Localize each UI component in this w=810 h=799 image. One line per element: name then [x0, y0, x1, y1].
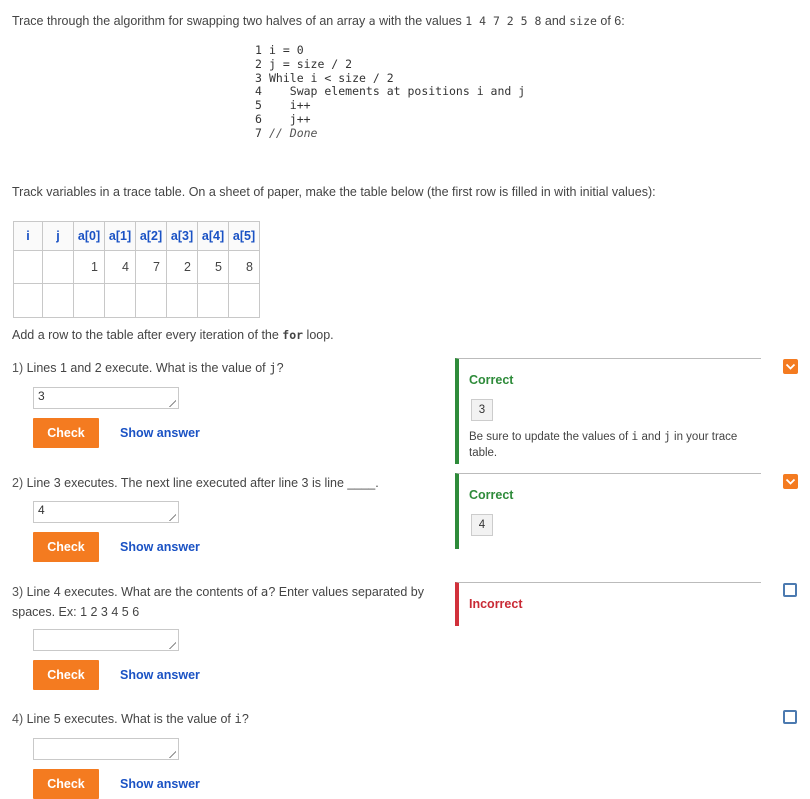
code-line: 1i = 0: [255, 43, 304, 57]
feedback-status: Correct: [469, 488, 514, 502]
check-button-3[interactable]: Check: [33, 660, 99, 690]
check-button-4[interactable]: Check: [33, 769, 99, 799]
code-line: 7// Done: [255, 125, 318, 140]
header-a2: a[2]: [135, 221, 167, 251]
header-a4: a[4]: [197, 221, 229, 251]
header-j: j: [42, 221, 74, 251]
code-line: 6 j++: [255, 111, 311, 126]
header-a0: a[0]: [73, 221, 105, 251]
feedback-value: 3: [471, 399, 493, 421]
question-3: 3) Line 4 executes. What are the content…: [12, 584, 424, 619]
feedback-status: Correct: [469, 373, 514, 387]
resize-handle-icon[interactable]: [164, 509, 176, 521]
cell-a0: 1: [73, 250, 105, 284]
code-line: 4 Swap elements at positions i and j: [255, 84, 526, 99]
feedback-panel-3: Incorrect: [455, 582, 761, 626]
cell-a1: 4: [104, 250, 136, 284]
add-row-instructions: Add a row to the table after every itera…: [12, 328, 334, 342]
table-row: 1 4 7 2 5 8: [13, 250, 260, 284]
cell-j: [42, 250, 74, 284]
question-4: 4) Line 5 executes. What is the value of…: [12, 711, 249, 726]
question-2: 2) Line 3 executes. The next line execut…: [12, 476, 379, 490]
cell-i: [13, 250, 43, 284]
algorithm-code: 1i = 0 2j = size / 2 3 While i < size / 2…: [255, 43, 526, 141]
show-answer-link-2[interactable]: Show answer: [120, 540, 200, 554]
header-a5: a[5]: [228, 221, 260, 251]
show-answer-link-4[interactable]: Show answer: [120, 777, 200, 791]
resize-handle-icon[interactable]: [164, 637, 176, 649]
resize-handle-icon[interactable]: [164, 395, 176, 407]
cell-a2: 7: [135, 250, 167, 284]
answer-input-4[interactable]: [33, 738, 179, 760]
feedback-status: Incorrect: [469, 597, 523, 611]
completed-chevron-icon[interactable]: [783, 474, 798, 489]
check-button-2[interactable]: Check: [33, 532, 99, 562]
header-i: i: [13, 221, 43, 251]
resize-handle-icon[interactable]: [164, 746, 176, 758]
intro-text: Trace through the algorithm for swapping…: [12, 14, 625, 28]
cell-a5: 8: [228, 250, 260, 284]
table-row: [13, 283, 260, 318]
code-line: 3 While i < size / 2: [255, 70, 394, 85]
check-button-1[interactable]: Check: [33, 418, 99, 448]
feedback-panel-1: Correct 3 Be sure to update the values o…: [455, 358, 761, 464]
feedback-value: 4: [471, 514, 493, 536]
show-answer-link-3[interactable]: Show answer: [120, 668, 200, 682]
track-instructions: Track variables in a trace table. On a s…: [12, 185, 656, 199]
feedback-message: Be sure to update the values of i and j …: [469, 429, 738, 459]
answer-input-2[interactable]: 4: [33, 501, 179, 523]
code-line: 2j = size / 2: [255, 56, 353, 71]
code-line: 5 i++: [255, 98, 311, 113]
answer-input-1[interactable]: 3: [33, 387, 179, 409]
question-1: 1) Lines 1 and 2 execute. What is the va…: [12, 360, 284, 375]
trace-table: i j a[0] a[1] a[2] a[3] a[4] a[5] 1 4 7 …: [13, 221, 260, 318]
show-answer-link-1[interactable]: Show answer: [120, 426, 200, 440]
cell-a4: 5: [197, 250, 229, 284]
completed-chevron-icon[interactable]: [783, 359, 798, 374]
cell-a3: 2: [166, 250, 198, 284]
answer-input-3[interactable]: [33, 629, 179, 651]
header-a1: a[1]: [104, 221, 136, 251]
incomplete-box-icon[interactable]: [783, 583, 797, 597]
table-header-row: i j a[0] a[1] a[2] a[3] a[4] a[5]: [13, 221, 260, 251]
incomplete-box-icon[interactable]: [783, 710, 797, 724]
header-a3: a[3]: [166, 221, 198, 251]
feedback-panel-2: Correct 4: [455, 473, 761, 549]
